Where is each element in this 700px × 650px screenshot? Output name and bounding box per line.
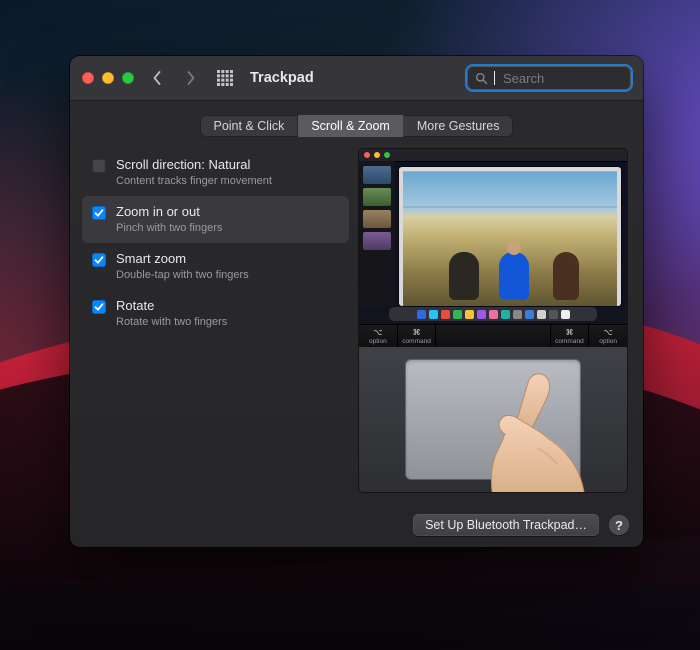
preview-trackpad — [359, 347, 627, 492]
close-window-button[interactable] — [82, 72, 94, 84]
window-toolbar: Trackpad — [70, 56, 643, 101]
key-symbol: ⌘ — [413, 329, 421, 337]
back-button[interactable] — [146, 67, 168, 89]
key-symbol: ⌥ — [604, 329, 613, 337]
option-subtitle: Pinch with two fingers — [116, 221, 222, 235]
key-caption: option — [369, 338, 387, 345]
checkbox-smart-zoom[interactable] — [92, 253, 106, 267]
search-field[interactable] — [467, 66, 631, 90]
magnifying-glass-icon — [475, 72, 488, 85]
checkmark-icon — [94, 255, 104, 265]
show-all-button[interactable] — [214, 67, 236, 89]
option-subtitle: Rotate with two fingers — [116, 315, 227, 329]
chevron-left-icon — [152, 71, 162, 85]
setup-bluetooth-trackpad-button[interactable]: Set Up Bluetooth Trackpad… — [413, 514, 599, 536]
option-zoom-in-out[interactable]: Zoom in or out Pinch with two fingers — [82, 196, 349, 243]
option-smart-zoom[interactable]: Smart zoom Double-tap with two fingers — [82, 243, 349, 290]
checkmark-icon — [94, 208, 104, 218]
gesture-preview: ⌥option ⌘command ⌘command ⌥option — [359, 149, 627, 492]
options-list: Scroll direction: Natural Content tracks… — [82, 149, 349, 492]
preview-screen — [359, 149, 627, 324]
window-footer: Set Up Bluetooth Trackpad… ? — [70, 503, 643, 547]
option-title: Smart zoom — [116, 251, 249, 267]
key-caption: option — [599, 338, 617, 345]
key-symbol: ⌘ — [565, 329, 573, 337]
preview-thumbnails — [359, 161, 395, 306]
key-caption: command — [555, 338, 584, 345]
forward-button[interactable] — [180, 67, 202, 89]
hand-icon — [455, 368, 605, 492]
preview-photo — [399, 167, 621, 306]
grid-icon — [217, 70, 233, 86]
checkbox-rotate[interactable] — [92, 300, 106, 314]
minimize-window-button[interactable] — [102, 72, 114, 84]
help-button[interactable]: ? — [609, 515, 629, 535]
tab-bar: Point & Click Scroll & Zoom More Gesture… — [200, 115, 512, 137]
option-subtitle: Content tracks finger movement — [116, 174, 272, 188]
option-title: Scroll direction: Natural — [116, 157, 272, 173]
preview-keyboard-row: ⌥option ⌘command ⌘command ⌥option — [359, 324, 627, 347]
window-title: Trackpad — [250, 70, 314, 86]
preview-dock — [389, 307, 597, 321]
option-title: Rotate — [116, 298, 227, 314]
option-subtitle: Double-tap with two fingers — [116, 268, 249, 282]
tab-more-gestures[interactable]: More Gestures — [404, 115, 513, 137]
window-controls — [82, 72, 134, 84]
search-input[interactable] — [501, 70, 623, 87]
zoom-window-button[interactable] — [122, 72, 134, 84]
tab-point-and-click[interactable]: Point & Click — [200, 115, 298, 137]
preferences-window: Trackpad Point & Click Scroll & Zoom Mor… — [70, 56, 643, 547]
checkmark-icon — [94, 302, 104, 312]
chevron-right-icon — [186, 71, 196, 85]
option-title: Zoom in or out — [116, 204, 222, 220]
key-symbol: ⌥ — [373, 329, 382, 337]
checkbox-zoom-in-out[interactable] — [92, 206, 106, 220]
checkbox-scroll-direction[interactable] — [92, 159, 106, 173]
text-cursor — [494, 71, 495, 85]
option-rotate[interactable]: Rotate Rotate with two fingers — [82, 290, 349, 337]
key-caption: command — [402, 338, 431, 345]
tab-scroll-and-zoom[interactable]: Scroll & Zoom — [298, 115, 404, 137]
option-scroll-direction[interactable]: Scroll direction: Natural Content tracks… — [82, 149, 349, 196]
